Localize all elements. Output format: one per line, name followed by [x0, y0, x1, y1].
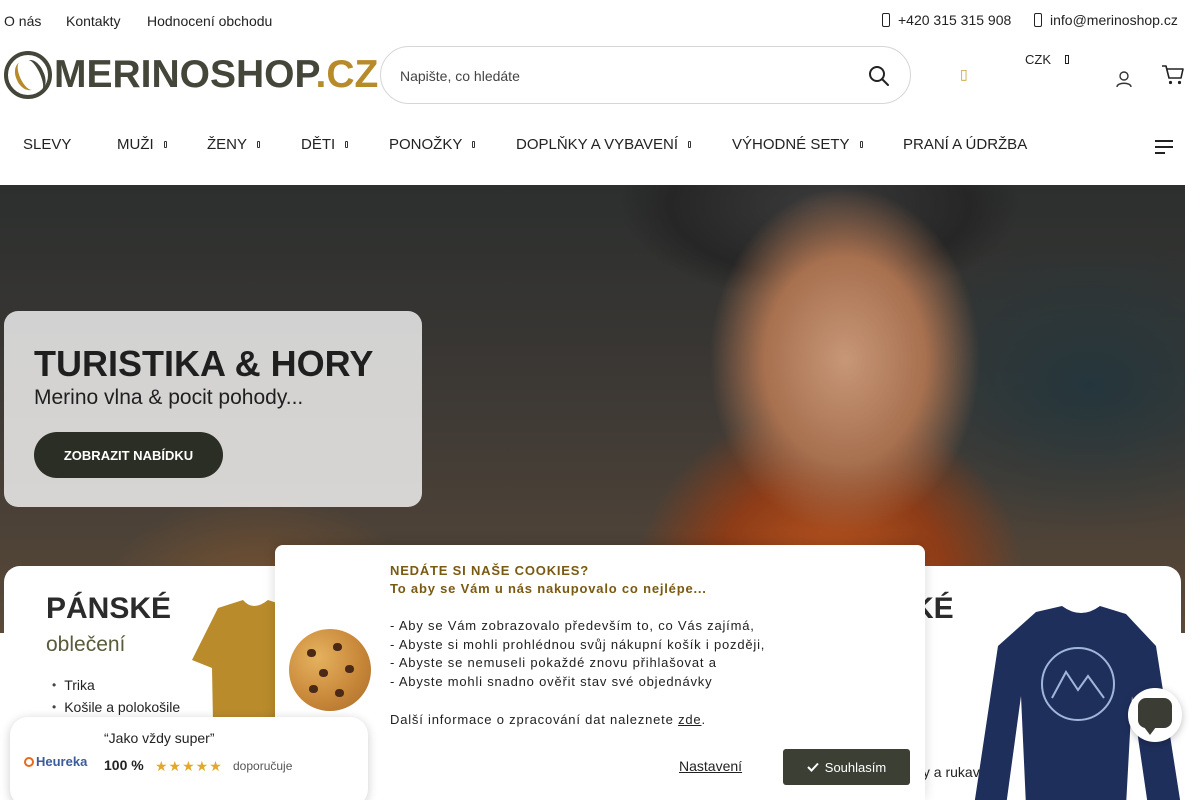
chevron-down-icon	[472, 141, 476, 148]
chevron-down-icon	[688, 141, 692, 148]
about-link[interactable]: O nás	[4, 13, 41, 29]
nav-item-label: ŽENY	[207, 136, 248, 153]
cookie-subtitle: To aby se Vám u nás nakupovalo co nejlép…	[390, 581, 707, 596]
nav-item-women[interactable]: ŽENY	[207, 136, 261, 153]
category-title: PÁNSKÉ	[46, 592, 172, 625]
hero-title: TURISTIKA & HORY	[34, 343, 374, 384]
cookie-accept-label: Souhlasím	[824, 759, 887, 775]
logo-mark-icon	[4, 51, 52, 99]
currency-value: CZK	[1025, 52, 1051, 67]
chevron-down-icon	[257, 141, 261, 148]
nav-item-label: VÝHODNÉ SETY	[732, 136, 850, 153]
cookie-title: NEDÁTE SI NAŠE COOKIES?	[390, 563, 589, 578]
star-rating-icon: ★★★★★	[155, 758, 223, 774]
chat-bubble-icon	[1138, 698, 1172, 735]
nav-item-socks[interactable]: PONOŽKY	[389, 136, 476, 153]
cookie-info: Další informace o zpracování dat nalezne…	[390, 712, 706, 727]
main-navigation: SLEVY MUŽI ŽENY DĚTI PONOŽKY DOPLŇKY A V…	[0, 118, 1185, 168]
top-bar: O nás Kontakty Hodnocení obchodu +420 31…	[0, 0, 1185, 42]
category-subtitle: oblečení	[46, 633, 126, 656]
nav-item-accessories[interactable]: DOPLŇKY A VYBAVENÍ	[516, 136, 692, 153]
email-contact[interactable]: info@merinoshop.cz	[1034, 12, 1178, 28]
nav-item-label: MUŽI	[117, 136, 154, 153]
user-account-icon[interactable]	[1115, 70, 1133, 88]
heureka-percent: 100 %	[104, 757, 144, 773]
nav-item-label: PONOŽKY	[389, 136, 463, 153]
nav-item-label: PRANÍ A ÚDRŽBA	[903, 136, 1028, 153]
heureka-recommends: doporučuje	[233, 759, 293, 773]
heureka-brand: Heureka	[36, 754, 88, 769]
logo-text: MERINOSHOP.CZ	[54, 53, 379, 96]
cookie-reason: - Abyste se nemuseli pokaždé znovu přihl…	[390, 655, 717, 670]
hero-subtitle: Merino vlna & pocit pohody...	[34, 386, 304, 409]
search-icon[interactable]	[868, 65, 890, 87]
nav-item-care[interactable]: PRANÍ A ÚDRŽBA	[903, 136, 1027, 153]
nav-item-sets[interactable]: VÝHODNÉ SETY	[732, 136, 863, 153]
phone-contact[interactable]: +420 315 315 908	[882, 12, 1011, 28]
show-offer-button[interactable]: ZOBRAZIT NABÍDKU	[34, 432, 223, 478]
category-list: Trika Košile a polokošile	[52, 674, 180, 718]
nav-item-label: DOPLŇKY A VYBAVENÍ	[516, 136, 679, 153]
chevron-down-icon	[1065, 55, 1069, 64]
category-link-tshirts[interactable]: Trika	[52, 674, 180, 696]
nav-item-sale[interactable]: SLEVY	[23, 136, 71, 153]
chevron-down-icon	[859, 141, 863, 148]
hero-card: TURISTIKA & HORY Merino vlna & pocit poh…	[4, 311, 422, 507]
cookie-reason: - Abyste si mohli prohlédnou svůj nákupn…	[390, 637, 766, 652]
nav-item-kids[interactable]: DĚTI	[301, 136, 349, 153]
search-bar	[380, 46, 911, 104]
menu-icon[interactable]	[1155, 140, 1173, 154]
cookie-accept-button[interactable]: Souhlasím	[783, 749, 910, 785]
contacts-link[interactable]: Kontakty	[66, 13, 120, 29]
check-icon	[807, 762, 819, 772]
chat-button[interactable]	[1128, 688, 1182, 742]
cookie-info-link[interactable]: zde	[678, 712, 701, 727]
currency-selector[interactable]: CZK	[1025, 52, 1069, 67]
search-input[interactable]	[400, 65, 840, 87]
email-icon	[1034, 13, 1042, 27]
cookie-info-end: .	[701, 712, 706, 727]
chevron-down-icon	[163, 141, 167, 148]
email-address: info@merinoshop.cz	[1050, 12, 1178, 28]
chevron-down-icon	[345, 141, 349, 148]
heureka-logo: Heureka	[24, 754, 87, 769]
category-link-shirts[interactable]: Košile a polokošile	[52, 696, 180, 718]
heureka-rating-badge[interactable]: Heureka “Jako vždy super” 100 % ★★★★★ do…	[10, 717, 368, 800]
nav-item-men[interactable]: MUŽI	[117, 136, 167, 153]
phone-icon	[882, 13, 890, 27]
heureka-q-icon	[24, 756, 34, 767]
shop-rating-link[interactable]: Hodnocení obchodu	[147, 13, 272, 29]
cookie-reason: - Abyste mohli snadno ověřit stav své ob…	[390, 674, 713, 689]
cookie-consent-dialog: NEDÁTE SI NAŠE COOKIES? To aby se Vám u …	[275, 545, 925, 800]
phone-number: +420 315 315 908	[898, 12, 1012, 28]
nav-item-label: DĚTI	[301, 136, 336, 153]
nav-item-label: SLEVY	[23, 136, 72, 153]
cookie-info-text: Další informace o zpracování dat nalezne…	[390, 712, 674, 727]
heureka-quote: “Jako vždy super”	[104, 730, 215, 746]
site-logo[interactable]: MERINOSHOP.CZ	[4, 51, 378, 99]
cookie-settings-button[interactable]: Nastavení	[679, 758, 742, 774]
cookie-image	[289, 629, 371, 711]
cart-icon[interactable]	[1161, 64, 1185, 86]
cookie-reason: - Aby se Vám zobrazovalo především to, c…	[390, 618, 755, 633]
wishlist-icon[interactable]: ▯	[960, 66, 972, 82]
